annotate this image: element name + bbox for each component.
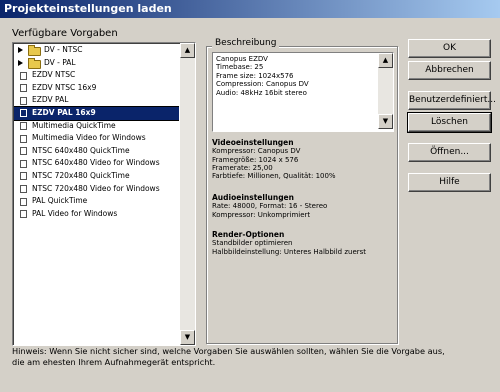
custom-button[interactable]: Benutzerdefiniert... bbox=[408, 91, 496, 110]
render-line: Halbbildeinstellung: Unteres Halbbild zu… bbox=[212, 247, 367, 256]
file-icon bbox=[20, 147, 27, 156]
preset-label: DV - PAL bbox=[44, 57, 76, 67]
preset-item[interactable]: EZDV NTSC 16x9 bbox=[14, 82, 179, 95]
delete-button[interactable]: Löschen bbox=[407, 112, 492, 133]
file-icon bbox=[20, 197, 27, 206]
preset-item[interactable]: EZDV PAL 16x9 bbox=[14, 106, 179, 121]
file-icon bbox=[20, 172, 27, 181]
preset-item[interactable]: NTSC 640x480 Video for Windows bbox=[14, 157, 179, 170]
preset-label: EZDV PAL 16x9 bbox=[32, 107, 96, 117]
ok-button[interactable]: OK bbox=[408, 39, 491, 58]
preset-label: NTSC 640x480 QuickTime bbox=[32, 145, 130, 155]
preset-item[interactable]: EZDV PAL bbox=[14, 94, 179, 107]
audio-settings: Audioeinstellungen Rate: 48000, Format: … bbox=[212, 193, 328, 219]
file-icon bbox=[20, 210, 27, 219]
preset-label: EZDV NTSC 16x9 bbox=[32, 82, 97, 92]
window-title: Projekteinstellungen laden bbox=[4, 2, 172, 15]
file-icon bbox=[20, 71, 27, 80]
preset-item[interactable]: NTSC 640x480 QuickTime bbox=[14, 145, 179, 158]
preset-label: EZDV PAL bbox=[32, 95, 69, 105]
file-icon bbox=[20, 109, 27, 118]
folder-icon bbox=[28, 45, 41, 56]
preset-label: NTSC 640x480 Video for Windows bbox=[32, 158, 160, 168]
file-icon bbox=[20, 84, 27, 93]
preset-folder[interactable]: DV - NTSC bbox=[14, 44, 179, 57]
presets-label: Verfügbare Vorgaben bbox=[12, 28, 118, 39]
expand-triangle-icon[interactable] bbox=[18, 47, 23, 53]
audio-heading: Audioeinstellungen bbox=[212, 193, 294, 202]
open-button[interactable]: Öffnen... bbox=[408, 143, 491, 162]
preset-item[interactable]: NTSC 720x480 Video for Windows bbox=[14, 183, 179, 196]
description-text: Canopus EZDV Timebase: 25 Frame size: 10… bbox=[216, 55, 309, 97]
preset-item[interactable]: NTSC 720x480 QuickTime bbox=[14, 170, 179, 183]
description-scrollbar[interactable]: ▲ ▼ bbox=[378, 53, 393, 129]
preset-label: DV - NTSC bbox=[44, 45, 83, 54]
presets-rows: DV - NTSC DV - PAL EZDV NTSC EZDV NTSC 16x9… bbox=[14, 44, 179, 344]
description-box[interactable]: Canopus EZDV Timebase: 25 Frame size: 10… bbox=[212, 52, 394, 132]
preset-item[interactable]: Multimedia QuickTime bbox=[14, 120, 179, 133]
preset-item[interactable]: PAL Video for Windows bbox=[14, 208, 179, 221]
preset-label: Multimedia Video for Windows bbox=[32, 133, 146, 143]
preset-label: NTSC 720x480 Video for Windows bbox=[32, 183, 160, 193]
preset-label: Multimedia QuickTime bbox=[32, 120, 116, 130]
scroll-down-icon[interactable]: ▼ bbox=[180, 330, 195, 345]
video-settings: Videoeinstellungen Kompressor: Canopus D… bbox=[212, 138, 336, 181]
dialog-body: Verfügbare Vorgaben DV - NTSC DV - PAL EZD… bbox=[0, 18, 500, 392]
preset-item[interactable]: PAL QuickTime bbox=[14, 195, 179, 208]
render-options: Render-Optionen Standbilder optimieren H… bbox=[212, 230, 367, 256]
video-line: Framegröße: 1024 x 576 bbox=[212, 155, 299, 164]
video-line: Framerate: 25,00 bbox=[212, 163, 273, 172]
preset-label: PAL QuickTime bbox=[32, 196, 88, 206]
file-icon bbox=[20, 96, 27, 105]
preset-item[interactable]: EZDV NTSC bbox=[14, 69, 179, 82]
render-heading: Render-Optionen bbox=[212, 230, 285, 239]
render-line: Standbilder optimieren bbox=[212, 239, 293, 248]
expand-triangle-icon[interactable] bbox=[18, 59, 23, 66]
hint-line: die am ehesten Ihrem Aufnahmegerät entsp… bbox=[12, 357, 216, 367]
video-heading: Videoeinstellungen bbox=[212, 138, 294, 147]
video-line: Farbtiefe: Millionen, Qualität: 100% bbox=[212, 172, 336, 181]
help-button[interactable]: Hilfe bbox=[408, 173, 491, 192]
preset-label: NTSC 720x480 QuickTime bbox=[32, 170, 130, 180]
presets-scrollbar[interactable]: ▲ ▼ bbox=[180, 43, 195, 345]
cancel-button[interactable]: Abbrechen bbox=[408, 61, 491, 80]
preset-label: EZDV NTSC bbox=[32, 70, 76, 80]
scroll-up-icon[interactable]: ▲ bbox=[378, 53, 393, 68]
presets-list[interactable]: DV - NTSC DV - PAL EZDV NTSC EZDV NTSC 16x9… bbox=[12, 42, 196, 346]
file-icon bbox=[20, 185, 27, 194]
file-icon bbox=[20, 159, 27, 168]
audio-line: Rate: 48000, Format: 16 - Stereo bbox=[212, 202, 328, 211]
preset-folder[interactable]: DV - PAL bbox=[14, 57, 179, 70]
title-bar[interactable]: Projekteinstellungen laden bbox=[0, 0, 500, 18]
file-icon bbox=[20, 134, 27, 143]
file-icon bbox=[20, 122, 27, 131]
scroll-down-icon[interactable]: ▼ bbox=[378, 114, 393, 129]
preset-label: PAL Video for Windows bbox=[32, 208, 118, 218]
video-line: Kompressor: Canopus DV bbox=[212, 147, 301, 156]
description-label: Beschreibung bbox=[212, 38, 280, 48]
hint-line: Hinweis: Wenn Sie nicht sicher sind, wel… bbox=[12, 346, 445, 356]
folder-icon bbox=[28, 57, 41, 69]
hint-text: Hinweis: Wenn Sie nicht sicher sind, wel… bbox=[12, 346, 445, 368]
scroll-up-icon[interactable]: ▲ bbox=[180, 43, 195, 58]
preset-item[interactable]: Multimedia Video for Windows bbox=[14, 132, 179, 145]
audio-line: Kompressor: Unkomprimiert bbox=[212, 210, 311, 219]
